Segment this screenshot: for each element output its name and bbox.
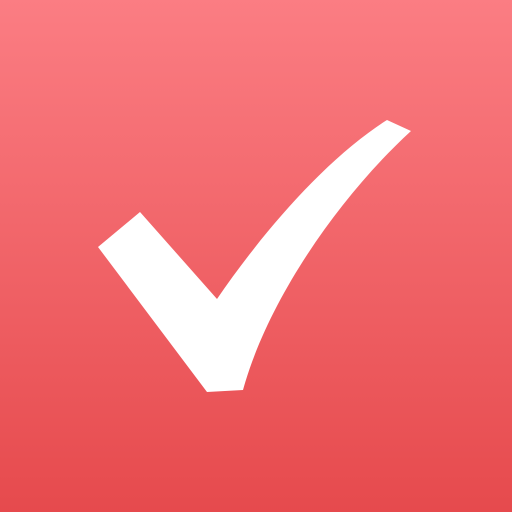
app-icon-tile	[0, 0, 512, 512]
checkmark-glyph	[98, 120, 411, 392]
checkmark-icon	[98, 120, 411, 392]
